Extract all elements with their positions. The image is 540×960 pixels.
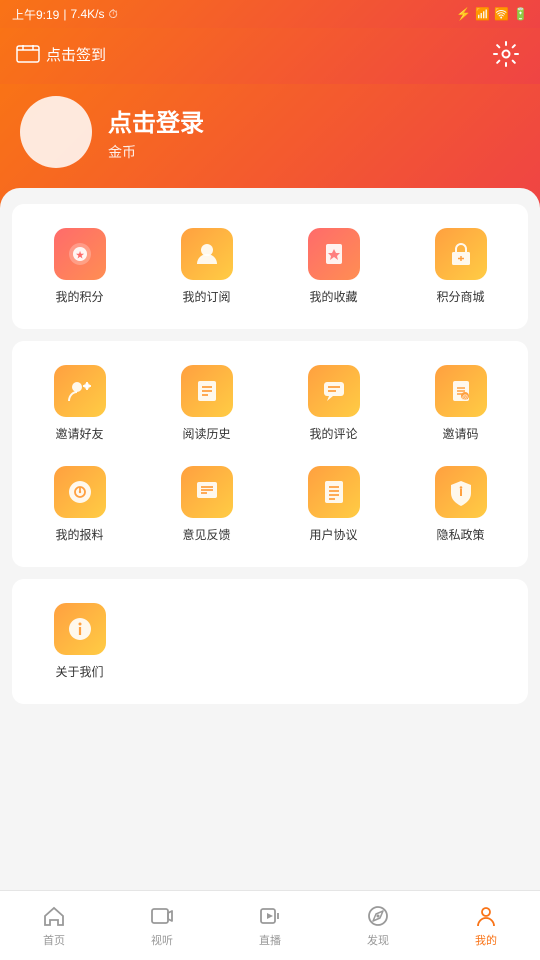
subscribe-label: 我的订阅 (182, 288, 230, 305)
profile-name[interactable]: 点击登录 (108, 103, 204, 138)
user-icon (474, 904, 498, 928)
nav-home[interactable]: 首页 (0, 896, 108, 956)
signal-icon: 📶 (475, 7, 490, 21)
privacy-icon (435, 466, 487, 518)
collect-icon (308, 228, 360, 280)
battery-icon: 🔋 (513, 7, 528, 21)
checkin-label: 点击签到 (46, 44, 106, 65)
checkin-icon (16, 45, 40, 63)
my-comment-item[interactable]: 我的评论 (274, 357, 393, 450)
code-label: 邀请码 (442, 425, 478, 442)
points-label: 我的积分 (55, 288, 103, 305)
wifi-icon: 🛜 (494, 7, 509, 21)
header: 点击签到 (0, 28, 540, 84)
checkin-button[interactable]: 点击签到 (16, 44, 106, 65)
read-history-item[interactable]: 阅读历史 (147, 357, 266, 450)
third-grid-card: 关于我们 (12, 579, 528, 704)
my-subscribe-item[interactable]: 我的订阅 (147, 220, 266, 313)
third-grid: 关于我们 (20, 595, 520, 688)
live-icon (258, 904, 282, 928)
report-label: 我的报料 (55, 526, 103, 543)
second-grid-card: 邀请好友 阅读历史 (12, 341, 528, 567)
nav-mine[interactable]: 我的 (432, 896, 540, 956)
second-grid: 邀请好友 阅读历史 (20, 357, 520, 551)
nav-live-label: 直播 (259, 932, 281, 948)
svg-text:★: ★ (75, 250, 84, 260)
about-icon (54, 603, 106, 655)
subscribe-icon (181, 228, 233, 280)
bluetooth-icon: ⚡ (456, 7, 471, 21)
settings-icon (493, 41, 519, 67)
feedback-item[interactable]: 意见反馈 (147, 458, 266, 551)
bottom-nav: 首页 视听 直播 发现 我的 (0, 890, 540, 960)
agreement-icon (308, 466, 360, 518)
invite-label: 邀请好友 (55, 425, 103, 442)
invite-code-item[interactable]: @ 邀请码 (401, 357, 520, 450)
nav-home-label: 首页 (43, 932, 65, 948)
video-icon (150, 904, 174, 928)
invite-friends-item[interactable]: 邀请好友 (20, 357, 139, 450)
timer-icon: ⏱ (109, 7, 118, 22)
nav-video-label: 视听 (151, 932, 173, 948)
status-network: | (63, 7, 66, 21)
comment-label: 我的评论 (309, 425, 357, 442)
status-speed: 7.4K/s (70, 7, 104, 21)
invite-icon (54, 365, 106, 417)
my-collect-item[interactable]: 我的收藏 (274, 220, 393, 313)
history-label: 阅读历史 (182, 425, 230, 442)
nav-discover-label: 发现 (367, 932, 389, 948)
points-shop-item[interactable]: 积分商城 (401, 220, 520, 313)
privacy-label: 隐私政策 (436, 526, 484, 543)
home-icon (42, 904, 66, 928)
user-agreement-item[interactable]: 用户协议 (274, 458, 393, 551)
agreement-label: 用户协议 (309, 526, 357, 543)
report-icon (54, 466, 106, 518)
discover-icon (366, 904, 390, 928)
my-report-item[interactable]: 我的报料 (20, 458, 139, 551)
status-bar: 上午9:19 | 7.4K/s ⏱ ⚡ 📶 🛜 🔋 (0, 0, 540, 28)
collect-label: 我的收藏 (309, 288, 357, 305)
nav-video[interactable]: 视听 (108, 896, 216, 956)
about-us-item[interactable]: 关于我们 (20, 595, 139, 688)
content-area: ★ 我的积分 我的订阅 (0, 188, 540, 732)
comment-icon (308, 365, 360, 417)
nav-discover[interactable]: 发现 (324, 896, 432, 956)
my-points-item[interactable]: ★ 我的积分 (20, 220, 139, 313)
history-icon (181, 365, 233, 417)
status-right: ⚡ 📶 🛜 🔋 (456, 7, 528, 21)
nav-mine-label: 我的 (475, 932, 497, 948)
nav-live[interactable]: 直播 (216, 896, 324, 956)
feedback-icon (181, 466, 233, 518)
profile-info: 点击登录 金币 (108, 103, 204, 162)
privacy-policy-item[interactable]: 隐私政策 (401, 458, 520, 551)
settings-button[interactable] (488, 36, 524, 72)
points-icon: ★ (54, 228, 106, 280)
first-grid: ★ 我的积分 我的订阅 (20, 220, 520, 313)
svg-text:@: @ (461, 395, 467, 401)
status-left: 上午9:19 | 7.4K/s ⏱ (12, 6, 118, 23)
shop-label: 积分商城 (436, 288, 484, 305)
shop-icon (435, 228, 487, 280)
first-grid-card: ★ 我的积分 我的订阅 (12, 204, 528, 329)
code-icon: @ (435, 365, 487, 417)
about-label: 关于我们 (55, 663, 103, 680)
status-time: 上午9:19 (12, 6, 59, 23)
avatar[interactable] (20, 96, 92, 168)
profile-coins: 金币 (108, 142, 204, 162)
feedback-label: 意见反馈 (182, 526, 230, 543)
